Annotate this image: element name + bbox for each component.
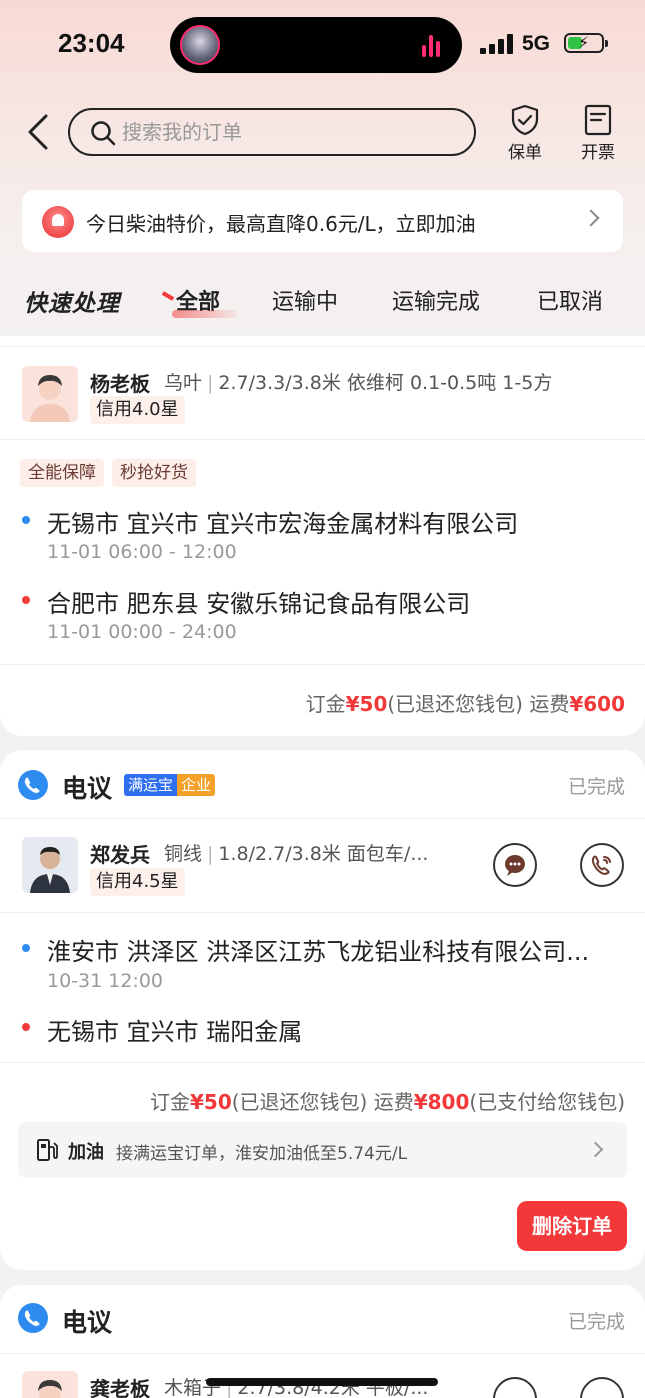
chat-button[interactable] [493,843,537,887]
quick-process-tab[interactable]: 快速处理 [24,284,120,318]
search-bar[interactable] [68,108,476,156]
dynamic-island[interactable] [170,17,462,73]
destination-address: 无锡市 宜兴市 瑞阳金属 [47,1018,303,1046]
avatar [22,1371,78,1398]
call-button[interactable] [580,843,624,887]
fee-summary: 订金¥50(已退还您钱包) 运费¥800(已支付给您钱包) [150,1090,625,1114]
fuel-offer[interactable]: 加油 接满运宝订单，淮安加油低至5.74元/L [18,1122,627,1178]
audio-bars-icon [422,33,446,57]
enterprise-badge: 满运宝 企业 [124,774,216,796]
credit-badge: 信用4.0星 [90,396,185,424]
fuel-label: 加油 [68,1142,104,1163]
destination-address: 合肥市 肥东县 安徽乐锦记食品有限公司 [47,590,471,618]
invoice-label: 开票 [581,143,615,163]
origin-address: 无锡市 宜兴市 宜兴市宏海金属材料有限公司 [47,510,519,538]
chat-icon [505,855,525,876]
cargo-info: 乌叶 | 2.7/3.3/3.8米 依维柯 0.1-0.5吨 1-5方 [164,372,553,394]
tab-all[interactable]: 全部 [171,284,239,318]
shipper-name: 郑发兵 [90,843,150,867]
shipper-name: 杨老板 [90,372,150,396]
origin-address: 淮安市 洪泽区 洪泽区江苏飞龙铝业科技有限公司... [47,938,590,966]
avatar [22,837,78,893]
tab-cancelled[interactable]: 已取消 [537,284,603,316]
order-card[interactable]: 杨老板 乌叶 | 2.7/3.3/3.8米 依维柯 0.1-0.5吨 1-5方 信用… [0,336,645,736]
destination-dot [22,596,30,604]
destination-time: 11-01 00:00 - 24:00 [47,621,237,643]
origin-dot [22,516,30,524]
credit-badge: 信用4.5星 [90,868,185,896]
policy-button[interactable]: 保单 [495,104,555,164]
battery-icon: ⚡ [564,33,608,53]
fuel-promo-banner[interactable]: 今日柴油特价，最高直降0.6元/L，立即加油 [22,190,623,252]
policy-label: 保单 [508,143,542,163]
delete-order-button[interactable]: 删除订单 [517,1201,627,1251]
promo-text: 今日柴油特价，最高直降0.6元/L，立即加油 [86,212,476,236]
cargo-info: 铜线 | 1.8/2.7/3.8米 面包车/... [164,843,429,865]
chat-button[interactable] [493,1377,537,1398]
tab-in-transit[interactable]: 运输中 [272,284,338,316]
origin-dot [22,944,30,952]
avatar [22,366,78,422]
phone-call-icon [591,855,611,876]
invoice-icon [584,104,612,136]
origin-time: 11-01 06:00 - 12:00 [47,541,237,563]
order-type: 电议 [62,1308,113,1337]
origin-time: 10-31 12:00 [47,970,164,992]
phone-icon [18,770,48,800]
fee-summary: 订金¥50(已退还您钱包) 运费¥600 [305,692,625,716]
signal-icon [480,34,514,54]
network-type: 5G [522,32,551,55]
fuel-text: 接满运宝订单，淮安加油低至5.74元/L [116,1144,408,1164]
order-status: 已完成 [567,776,625,798]
music-avatar-icon [180,25,220,65]
shield-check-icon [511,104,539,136]
destination-dot [22,1023,30,1031]
order-type: 电议 [62,774,113,803]
tag-full-guarantee: 全能保障 [20,459,104,487]
status-time: 23:04 [58,28,125,58]
back-button[interactable] [24,112,58,152]
search-input[interactable] [122,116,462,148]
chevron-right-icon [582,209,600,227]
status-bar: 23:04 5G ⚡ [0,0,645,90]
tab-transport-done[interactable]: 运输完成 [392,284,480,316]
order-status: 已完成 [567,1311,625,1333]
phone-icon [18,1303,48,1333]
fuel-pump-icon [37,1139,58,1161]
home-indicator[interactable] [206,1378,438,1386]
call-button[interactable] [580,1377,624,1398]
shipper-name: 龚老板 [90,1377,150,1398]
chevron-left-icon [28,114,48,150]
chevron-right-icon [587,1141,604,1158]
tag-hot-cargo: 秒抢好货 [112,459,196,487]
order-card[interactable]: 电议 满运宝 企业 已完成 郑发兵 铜线 | 1.8/2.7/3.8米 面包车/...… [0,750,645,1270]
bell-icon [42,206,74,238]
invoice-button[interactable]: 开票 [568,104,628,164]
search-icon [91,121,116,146]
